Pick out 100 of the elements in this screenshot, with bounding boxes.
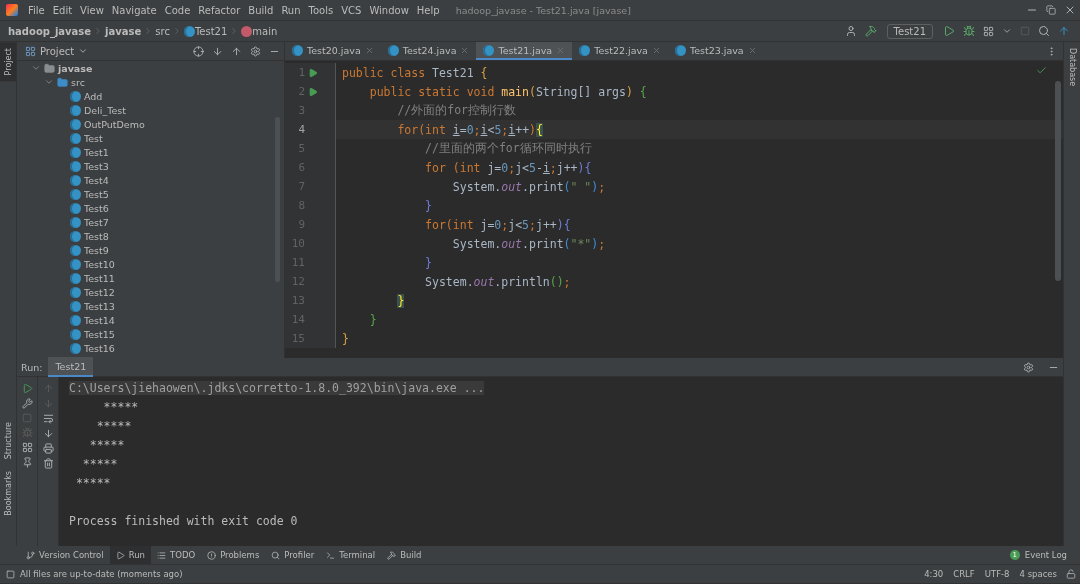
tree-item[interactable]: Test13 [84,300,115,312]
tree-item[interactable]: OutPutDemo [84,118,145,130]
tree-item[interactable]: Test11 [84,272,115,284]
tree-item[interactable]: Test15 [84,328,115,340]
breadcrumb[interactable]: src [155,25,170,37]
tool-window-tab[interactable]: Terminal [320,546,382,564]
tree-item[interactable]: Test16 [84,342,115,354]
editor-tab[interactable]: Test20.java [285,42,381,60]
tree-item[interactable]: Test1 [84,146,109,158]
tree-item[interactable]: Test4 [84,174,109,186]
close-icon[interactable] [651,45,661,55]
tree-item[interactable]: javase [58,62,93,74]
editor-tab[interactable]: Test21.java [476,42,573,60]
breadcrumb[interactable]: main [252,25,278,37]
editor-tab[interactable]: Test24.java [380,42,477,60]
class-icon [70,132,81,144]
class-icon [70,286,81,298]
menu-item[interactable]: Help [412,4,444,16]
class-icon [183,25,195,37]
tab-icon [387,550,397,560]
panel-icon [25,45,36,57]
run-icon[interactable] [308,67,318,78]
app-logo [6,4,18,16]
code-line: for(int i=0;i<5;i++){ [396,122,543,137]
menu-item[interactable]: File [24,4,49,16]
menu-item[interactable]: VCS [337,4,366,16]
code-line: public class Test21 { [341,65,488,80]
tree-item[interactable]: Test7 [84,216,109,228]
status-item[interactable]: 4:30 [919,569,949,579]
tree-item[interactable]: src [71,76,85,88]
side-tab[interactable]: Bookmarks [0,465,16,522]
folder-icon [44,62,55,74]
tool-window-tab[interactable]: Problems [201,546,266,564]
tab-icon [26,550,35,560]
tree-item[interactable]: Test [84,132,103,144]
class-icon [70,258,81,270]
folder-icon [57,76,68,88]
tree-item[interactable]: Deli_Test [84,104,126,116]
status-item[interactable]: 4 spaces [1014,569,1062,579]
close-icon[interactable] [460,45,470,55]
close-icon[interactable] [556,45,566,55]
tree-item[interactable]: Test9 [84,244,109,256]
editor-tab[interactable]: Test22.java [572,42,668,60]
tool-window-tab[interactable]: Profiler [265,546,321,564]
panel-title[interactable]: Project [40,45,75,57]
tree-item[interactable]: Test12 [84,286,115,298]
code-line: for(int j=0;j<5;j++){ [424,217,571,232]
code-line: //里面的两个for循环同时执行 [424,141,592,156]
tab-icon [207,550,217,560]
breadcrumb[interactable]: hadoop_javase [8,25,92,37]
expand-icon[interactable] [44,77,54,87]
editor-tab[interactable]: Test23.java [667,42,764,60]
menu-item[interactable]: Edit [48,4,77,16]
menu-item[interactable]: Window [365,4,413,16]
run-config-dropdown[interactable]: Test21 [886,23,933,39]
event-log-button[interactable]: Event Log [1019,550,1072,560]
menu-item[interactable]: Tools [304,4,338,16]
breadcrumb[interactable]: Test21 [194,25,228,37]
class-icon [387,44,399,56]
menu-item[interactable]: View [76,4,108,16]
tree-item[interactable]: Test14 [84,314,115,326]
status-item[interactable]: CRLF [948,569,980,579]
class-icon [292,44,303,56]
tool-window-tab[interactable]: Run [109,546,151,564]
console-tab[interactable]: Test21 [48,357,94,377]
status-item[interactable]: UTF-8 [979,569,1015,579]
close-icon[interactable] [364,45,374,55]
tool-window-tab[interactable]: Version Control [20,546,110,564]
tree-item[interactable]: Test10 [84,258,115,270]
menu-item[interactable]: Code [160,4,195,16]
class-icon [70,272,81,284]
class-icon [70,104,81,116]
tree-item[interactable]: Test8 [84,230,109,242]
side-tab[interactable]: Project [0,42,16,82]
code-line: } [341,331,349,346]
status-message: All files are up-to-date (moments ago) [19,569,184,579]
menu-item[interactable]: Navigate [107,4,161,16]
output-line: ***** [95,419,132,433]
tree-item[interactable]: Test3 [84,160,109,172]
run-icon[interactable] [308,86,318,97]
menu-item[interactable]: Refactor [194,4,245,16]
output-line: ***** [102,400,139,414]
tree-item[interactable]: Add [84,90,103,102]
scrollbar[interactable] [1055,81,1061,281]
close-icon[interactable] [747,45,757,55]
menu-item[interactable]: Run [277,4,305,16]
menu-item[interactable]: Build [244,4,278,16]
side-tab[interactable]: Structure [0,416,16,466]
tree-item[interactable]: Test6 [84,202,109,214]
tool-window-tab[interactable]: TODO [151,546,202,564]
tree-item[interactable]: Test5 [84,188,109,200]
expand-icon[interactable] [31,63,41,73]
method-icon [241,25,253,37]
breadcrumb[interactable]: javase [105,25,142,37]
code-line: } [368,312,377,327]
side-tab[interactable]: Database [1064,42,1080,93]
class-icon [70,90,81,102]
panel-title: Run: [21,361,43,373]
caret-icon[interactable] [78,46,89,56]
tool-window-tab[interactable]: Build [381,546,428,564]
